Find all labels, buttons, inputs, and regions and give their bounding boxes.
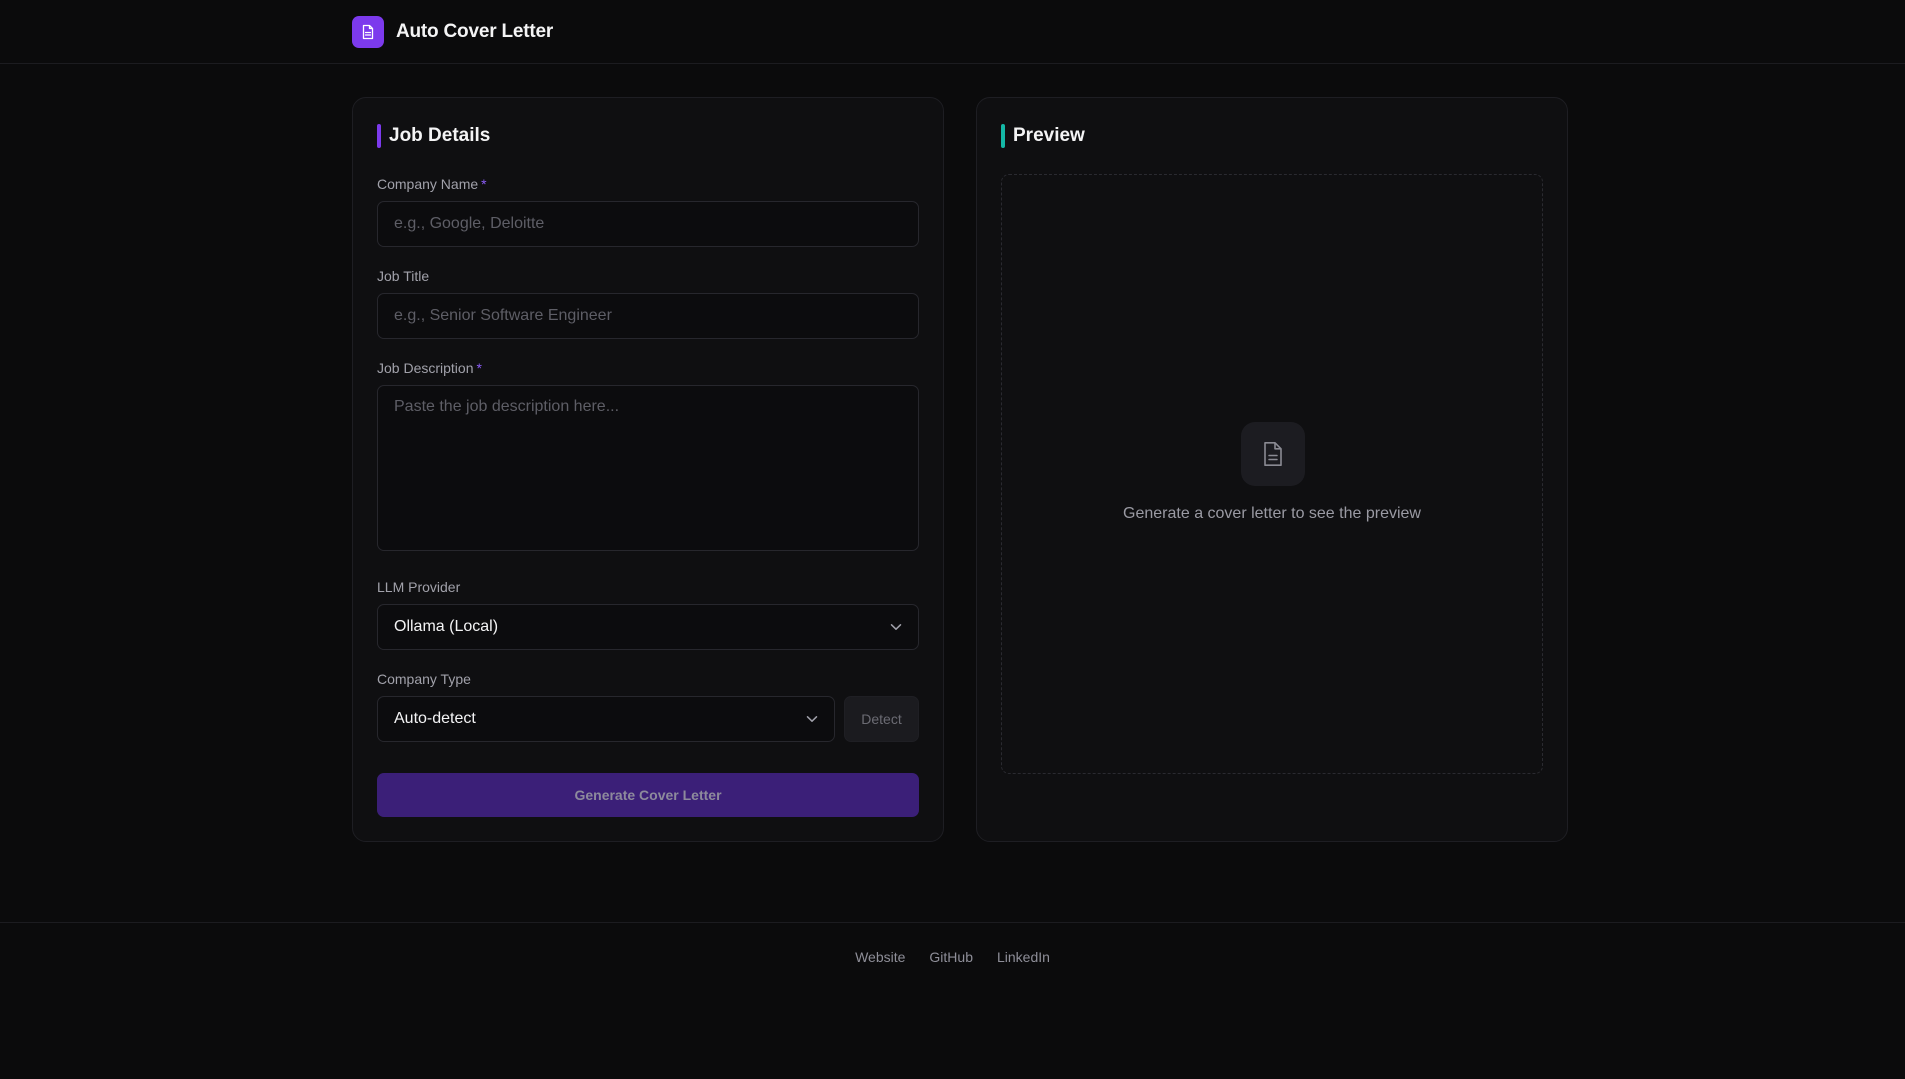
- preview-card: Preview Generate a cover letter to see t…: [976, 97, 1568, 842]
- company-type-label-text: Company Type: [377, 671, 471, 687]
- job-title-label-text: Job Title: [377, 268, 430, 284]
- company-type-value: Auto-detect: [394, 710, 476, 727]
- website-link[interactable]: Website: [855, 949, 905, 965]
- linkedin-link[interactable]: LinkedIn: [997, 949, 1050, 965]
- company-name-input[interactable]: e.g., Google, Deloitte: [377, 201, 919, 247]
- required-marker: *: [481, 176, 487, 192]
- brand[interactable]: Auto Cover Letter: [352, 16, 553, 48]
- job-title-placeholder: e.g., Senior Software Engineer: [394, 307, 612, 324]
- chevron-down-icon: [806, 715, 818, 723]
- job-details-card: Job Details Company Name * e.g., Google, …: [352, 97, 944, 842]
- company-type-label: Company Type: [377, 671, 471, 687]
- llm-provider-select[interactable]: Ollama (Local): [377, 604, 919, 650]
- job-title-input[interactable]: e.g., Senior Software Engineer: [377, 293, 919, 339]
- preview-title: Preview: [1013, 125, 1085, 146]
- job-title-label: Job Title: [377, 268, 429, 284]
- job-description-label-text: Job Description: [377, 360, 474, 376]
- footer: Website GitHub LinkedIn: [0, 922, 1905, 1079]
- document-icon: [1241, 422, 1305, 486]
- llm-provider-value: Ollama (Local): [394, 618, 499, 635]
- chevron-down-icon: [890, 623, 902, 631]
- accent-bar: [377, 124, 381, 148]
- document-icon: [352, 16, 384, 48]
- job-details-heading: Job Details: [377, 124, 490, 148]
- github-link[interactable]: GitHub: [929, 949, 973, 965]
- job-description-placeholder: Paste the job description here...: [394, 398, 620, 415]
- llm-provider-label: LLM Provider: [377, 579, 460, 595]
- company-name-placeholder: e.g., Google, Deloitte: [394, 215, 545, 232]
- preview-heading: Preview: [1001, 124, 1085, 148]
- generate-cover-letter-button[interactable]: Generate Cover Letter: [377, 773, 919, 817]
- footer-links: Website GitHub LinkedIn: [0, 949, 1905, 965]
- required-marker: *: [476, 360, 482, 376]
- job-description-textarea[interactable]: Paste the job description here...: [377, 385, 919, 551]
- job-description-label: Job Description *: [377, 360, 482, 376]
- company-type-select[interactable]: Auto-detect: [377, 696, 835, 742]
- company-name-label-text: Company Name: [377, 176, 479, 192]
- llm-provider-label-text: LLM Provider: [377, 579, 461, 595]
- accent-bar: [1001, 124, 1005, 148]
- app-title: Auto Cover Letter: [396, 21, 554, 42]
- company-name-label: Company Name *: [377, 176, 487, 192]
- app-header: Auto Cover Letter: [0, 0, 1905, 64]
- detect-button[interactable]: Detect: [844, 696, 919, 742]
- preview-area: Generate a cover letter to see the previ…: [1001, 174, 1543, 774]
- empty-preview-message: Generate a cover letter to see the previ…: [1123, 505, 1421, 522]
- job-details-title: Job Details: [389, 125, 491, 146]
